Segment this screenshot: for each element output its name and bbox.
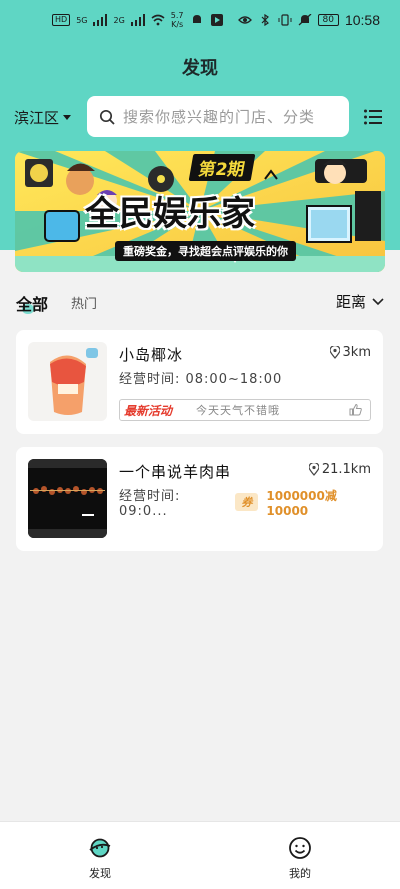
district-selector[interactable]: 滨江区 (14, 107, 72, 128)
shop-thumbnail (28, 459, 107, 538)
hours-coupon-row: 经营时间: 09:0... 券 1000000减10000 (119, 485, 374, 520)
shop-card[interactable]: 一个串说羊肉串 21.1km 经营时间: 09:0... 券 1000000减1… (16, 447, 383, 551)
shop-hours: 经营时间: 09:0... (119, 489, 181, 519)
nav-discover[interactable]: 发现 (70, 836, 130, 881)
page-title: 发现 (182, 58, 218, 79)
network-2g-label: 2G (113, 15, 125, 25)
status-bar: HD 5G 2G 5.7 K/s 80 10:58 (0, 0, 400, 40)
bottom-navigation: 发现 我的 (0, 821, 400, 889)
nav-discover-label: 发现 (89, 867, 111, 880)
status-right: 80 10:58 (237, 12, 380, 28)
smiley-face-icon (289, 837, 311, 859)
banner-title: 全民娱乐家 (85, 194, 255, 234)
speed-unit: K/s (171, 20, 184, 29)
planet-icon (89, 838, 111, 858)
nav-mine[interactable]: 我的 (270, 836, 330, 881)
filter-tabs: 全部 热门 距离 (0, 290, 400, 314)
nav-mine-label: 我的 (289, 867, 311, 880)
shop-distance: 21.1km (308, 462, 371, 477)
signal-icon-2 (130, 14, 145, 26)
app-notification-icon (210, 14, 223, 26)
clock: 10:58 (344, 12, 380, 28)
network-5g-label: 5G (76, 15, 88, 25)
hd-indicator: HD (52, 14, 71, 26)
activity-banner[interactable]: 最新活动 今天天气不错哦 (119, 399, 371, 421)
thumbs-up-icon[interactable] (349, 403, 362, 416)
chevron-down-icon (372, 297, 384, 305)
battery-icon: 80 (317, 14, 339, 26)
eye-icon (237, 16, 252, 24)
search-input[interactable]: 搜索你感兴趣的门店、分类 (87, 96, 349, 137)
vibrate-icon (278, 14, 291, 26)
status-left: HD 5G 2G 5.7 K/s (52, 11, 224, 29)
caret-down-icon (63, 115, 72, 120)
wifi-icon (151, 14, 165, 26)
shop-distance: 3km (329, 345, 371, 360)
network-speed: 5.7 K/s (171, 11, 184, 29)
shop-name: 小岛椰冰 (119, 346, 184, 364)
sort-distance-dropdown[interactable]: 距离 (336, 291, 384, 312)
banner-subtitle: 重磅奖金，寻找超会点评娱乐的你 (115, 241, 296, 261)
bluetooth-icon (261, 14, 269, 26)
location-pin-icon (308, 463, 319, 476)
promo-banner[interactable]: 第2期 全民娱乐家 重磅奖金，寻找超会点评娱乐的你 (15, 151, 385, 272)
search-placeholder: 搜索你感兴趣的门店、分类 (123, 108, 316, 126)
notification-bell-icon (192, 15, 201, 23)
tab-hot[interactable]: 热门 (71, 293, 97, 312)
mute-icon (298, 14, 311, 26)
activity-text: 今天天气不错哦 (196, 404, 280, 417)
speed-value: 5.7 (170, 11, 184, 20)
coupon-badge: 券 (235, 493, 259, 511)
shop-thumbnail (28, 342, 107, 421)
shop-hours: 经营时间: 08:00~18:00 (119, 372, 283, 387)
shop-name: 一个串说羊肉串 (119, 463, 232, 481)
district-label: 滨江区 (14, 109, 60, 127)
distance-value: 21.1km (321, 462, 371, 477)
coupon-text[interactable]: 1000000减10000 (266, 487, 374, 518)
sort-label: 距离 (335, 293, 366, 311)
search-icon (99, 109, 115, 125)
coconut-ice-image (28, 342, 107, 421)
distance-value: 3km (342, 345, 371, 360)
list-menu-icon[interactable] (364, 109, 382, 125)
search-row: 滨江区 搜索你感兴趣的门店、分类 (0, 96, 400, 138)
banner-issue-label: 第2期 (188, 154, 256, 181)
location-pin-icon (329, 346, 340, 359)
signal-icon (93, 14, 108, 26)
tab-all[interactable]: 全部 (16, 291, 48, 315)
activity-tag: 最新活动 (124, 403, 173, 418)
shop-card[interactable]: 小岛椰冰 3km 经营时间: 08:00~18:00 最新活动 今天天气不错哦 (16, 330, 383, 434)
lamb-skewer-image (28, 459, 107, 538)
